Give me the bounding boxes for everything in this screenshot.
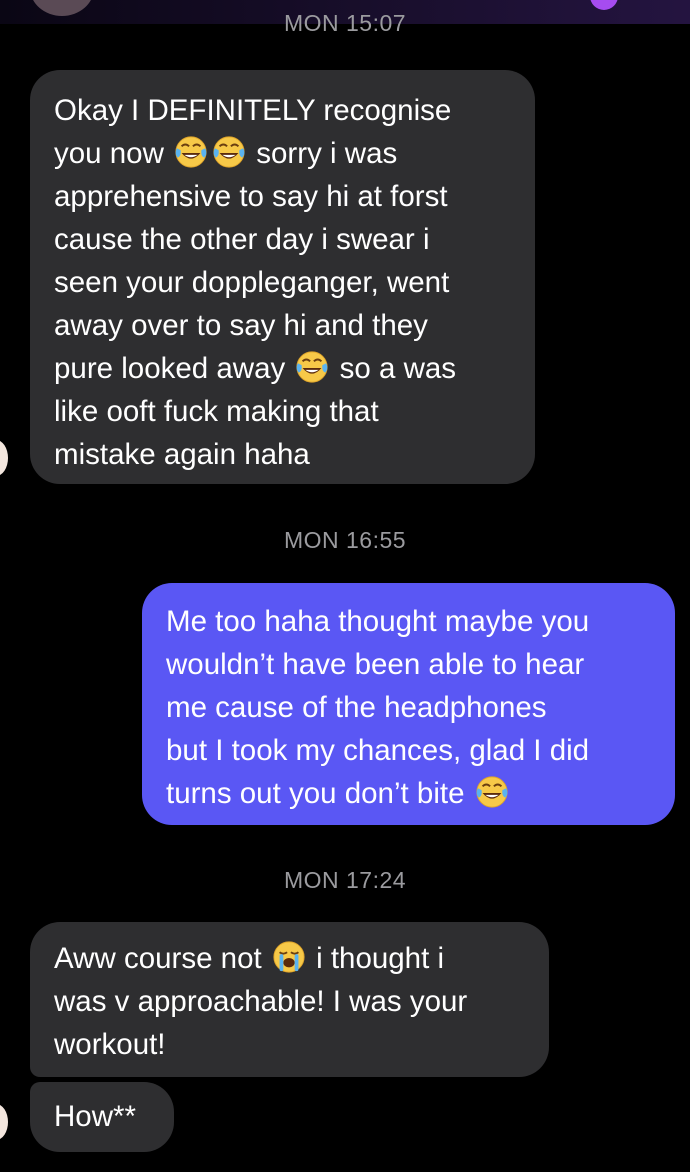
message-text: Aww course not bbox=[54, 942, 270, 975]
message-text: How** bbox=[54, 1100, 136, 1133]
loudly-crying-emoji-icon bbox=[272, 940, 306, 974]
joy-emoji-icon bbox=[212, 135, 246, 169]
joy-emoji-icon bbox=[475, 775, 509, 809]
message-bubble-incoming[interactable]: Okay I DEFINITELY recognise you now sorr… bbox=[30, 70, 535, 484]
message-timestamp: MON 16:55 bbox=[283, 527, 407, 553]
sender-avatar[interactable] bbox=[0, 440, 8, 476]
joy-emoji-icon bbox=[295, 350, 329, 384]
message-bubble-incoming[interactable]: Aww course not i thought i was v approac… bbox=[30, 922, 549, 1077]
message-timestamp: MON 15:07 bbox=[283, 10, 407, 36]
message-text: Me too haha thought maybe you wouldn’t h… bbox=[166, 605, 590, 810]
header-action-icon[interactable] bbox=[590, 0, 618, 10]
sender-avatar[interactable] bbox=[0, 1104, 8, 1140]
message-bubble-incoming[interactable]: How** bbox=[30, 1082, 174, 1152]
message-bubble-outgoing[interactable]: Me too haha thought maybe you wouldn’t h… bbox=[142, 583, 675, 825]
message-text: sorry i was apprehensive to say hi at fo… bbox=[54, 137, 450, 385]
message-timestamp: MON 17:24 bbox=[283, 867, 407, 893]
joy-emoji-icon bbox=[174, 135, 208, 169]
